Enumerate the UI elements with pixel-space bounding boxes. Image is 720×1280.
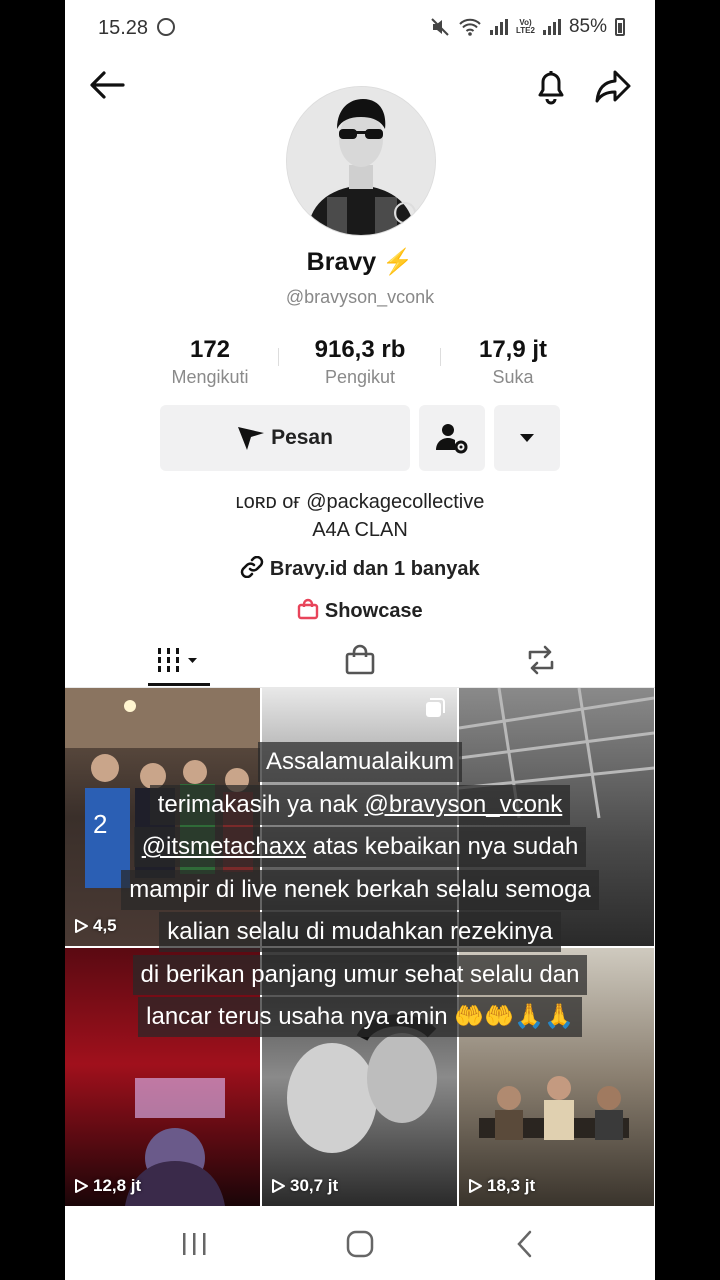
- user-gear-icon: [436, 424, 468, 454]
- profile-stats: 172 Mengikuti 916,3 rb Pengikut 17,9 jt …: [160, 336, 560, 392]
- share-icon[interactable]: [593, 66, 633, 106]
- stat-divider: [278, 348, 279, 366]
- signal-icon-2: [542, 19, 561, 35]
- bell-icon[interactable]: [533, 66, 569, 106]
- stat-divider: [440, 348, 441, 366]
- profile-tabs: [65, 632, 655, 688]
- caption-line: @itsmetachaxx atas kebaikan nya sudah: [133, 827, 587, 867]
- recent-apps-icon[interactable]: [180, 1230, 210, 1258]
- profile-name: Bravy ⚡: [65, 248, 655, 277]
- battery-percent: 85%: [568, 16, 607, 37]
- multi-photo-icon: [426, 698, 445, 717]
- stat-followers[interactable]: 916,3 rb Pengikut: [300, 336, 420, 388]
- dnd-icon: [157, 18, 175, 36]
- message-button-label: Pesan: [271, 426, 333, 449]
- shopping-bag-icon: [298, 598, 319, 620]
- status-time: 15.28: [98, 17, 149, 39]
- tab-active-underline: [148, 683, 210, 686]
- bolt-icon: ⚡: [382, 248, 414, 276]
- view-count: 18,3 jt: [467, 1176, 535, 1196]
- mute-icon: [431, 18, 449, 36]
- signal-icon: [490, 19, 508, 35]
- view-count-text: 18,3 jt: [487, 1176, 536, 1195]
- back-arrow-icon[interactable]: [87, 68, 127, 102]
- repost-icon: [528, 645, 554, 674]
- send-icon: [238, 427, 265, 450]
- caption-line: Assalamualaikum: [257, 742, 463, 782]
- tab-shop[interactable]: [262, 632, 458, 687]
- message-button[interactable]: Pesan: [160, 405, 410, 471]
- avatar-photo: [287, 87, 435, 235]
- lte-icon: Vo) LTE2: [516, 18, 535, 35]
- showcase-text: Showcase: [324, 600, 423, 622]
- profile-handle: @bravyson_vconk: [285, 287, 435, 307]
- link-icon: [241, 555, 264, 579]
- caption-line: terimakasih ya nak @bravyson_vconk: [149, 784, 571, 825]
- caption-mention[interactable]: @itsmetachaxx: [142, 833, 306, 860]
- status-bar: 15.28 Vo) LTE2 85%: [65, 0, 655, 56]
- stat-following[interactable]: 172 Mengikuti: [150, 336, 270, 388]
- play-icon: [272, 1179, 285, 1193]
- play-icon: [469, 1179, 482, 1193]
- system-nav-bar: [65, 1206, 655, 1280]
- showcase-link[interactable]: Showcase: [65, 598, 655, 623]
- status-icons: Vo) LTE2 85%: [430, 16, 625, 38]
- battery-icon: [615, 18, 625, 36]
- play-icon: [75, 1179, 88, 1193]
- shopping-bag-icon: [345, 644, 375, 674]
- profile-link[interactable]: Bravy.id dan 1 banyak: [65, 555, 655, 581]
- caption-text: atas kebaikan nya sudah: [306, 833, 579, 860]
- back-icon[interactable]: [515, 1229, 535, 1259]
- home-icon[interactable]: [345, 1229, 375, 1259]
- view-count: 12,8 jt: [73, 1176, 141, 1196]
- wifi-icon: [459, 18, 481, 36]
- stat-likes[interactable]: 17,9 jt Suka: [453, 336, 573, 388]
- profile-link-text: Bravy.id dan 1 banyak: [269, 558, 480, 580]
- view-count: 30,7 jt: [270, 1176, 338, 1196]
- stat-followers-value: 916,3 rb: [314, 336, 406, 363]
- tab-videos[interactable]: [80, 632, 276, 687]
- more-dropdown-button[interactable]: [494, 405, 560, 471]
- caret-down-icon: [520, 434, 534, 442]
- caption-line: kalian selalu di mudahkan rezekinya: [159, 912, 561, 952]
- profile-name-text: Bravy: [306, 248, 377, 276]
- view-count-text: 12,8 jt: [93, 1176, 142, 1195]
- phone-screen: 15.28 Vo) LTE2 85% Bravy ⚡ @bravyson_vco…: [65, 0, 655, 1280]
- caption-overlay: Assalamualaikum terimakasih ya nak @brav…: [65, 742, 655, 1040]
- bio-line-1: ʟᴏʀᴅ ᴏғ @packagecollective: [235, 491, 485, 513]
- stat-likes-label: Suka: [492, 367, 534, 387]
- caption-line: di berikan panjang umur sehat selalu dan: [132, 954, 588, 995]
- stat-following-label: Mengikuti: [171, 367, 249, 387]
- caption-line: lancar terus usaha nya amin 🤲🤲🙏🙏: [138, 997, 582, 1037]
- videos-grid-icon: [158, 647, 197, 672]
- friend-settings-button[interactable]: [419, 405, 485, 471]
- avatar[interactable]: [286, 86, 436, 236]
- caption-text: terimakasih ya nak: [157, 790, 365, 818]
- caption-line: mampir di live nenek berkah selalu semog…: [121, 869, 599, 910]
- tab-reposts[interactable]: [443, 632, 639, 687]
- view-count-text: 30,7 jt: [290, 1176, 339, 1195]
- stat-following-value: 172: [189, 336, 231, 363]
- caption-mention[interactable]: @bravyson_vconk: [364, 791, 562, 818]
- stat-likes-value: 17,9 jt: [478, 336, 548, 363]
- stat-followers-label: Pengikut: [324, 367, 396, 387]
- bio-line-2: A4A CLAN: [312, 519, 408, 541]
